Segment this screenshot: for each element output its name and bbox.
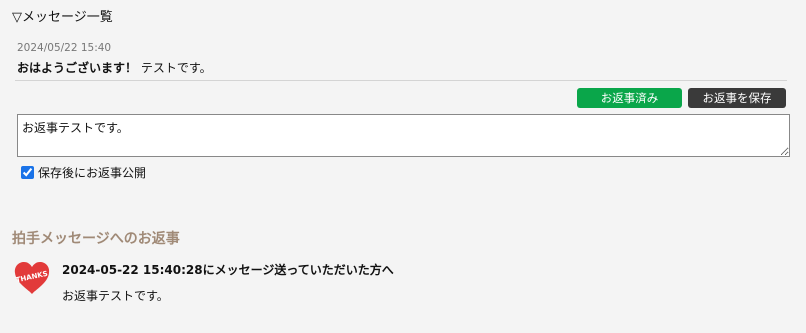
replied-button[interactable]: お返事済み bbox=[577, 88, 682, 108]
publish-checkbox[interactable] bbox=[21, 166, 34, 179]
save-reply-button[interactable]: お返事を保存 bbox=[688, 88, 786, 108]
thanks-heart-icon: THANKS bbox=[13, 259, 51, 297]
divider bbox=[15, 80, 787, 81]
message-date: 2024/05/22 15:40 bbox=[17, 42, 112, 54]
publish-after-save-option[interactable]: 保存後にお返事公開 bbox=[20, 164, 146, 181]
message-body: テストです。 bbox=[140, 61, 212, 75]
reply-textarea[interactable]: お返事テストです。 bbox=[17, 114, 790, 157]
reply-entry-body: お返事テストです。 bbox=[62, 289, 169, 303]
message-text: おはようございます！ テストです。 bbox=[17, 59, 212, 76]
reply-entry-title: 2024-05-22 15:40:28にメッセージ送っていただいた方へ bbox=[62, 263, 394, 277]
publish-checkbox-label: 保存後にお返事公開 bbox=[38, 166, 147, 180]
message-greeting: おはようございます！ bbox=[17, 61, 138, 75]
message-list-toggle[interactable]: ▽メッセージ一覧 bbox=[12, 6, 113, 25]
reply-section-heading: 拍手メッセージへのお返事 bbox=[12, 231, 180, 247]
